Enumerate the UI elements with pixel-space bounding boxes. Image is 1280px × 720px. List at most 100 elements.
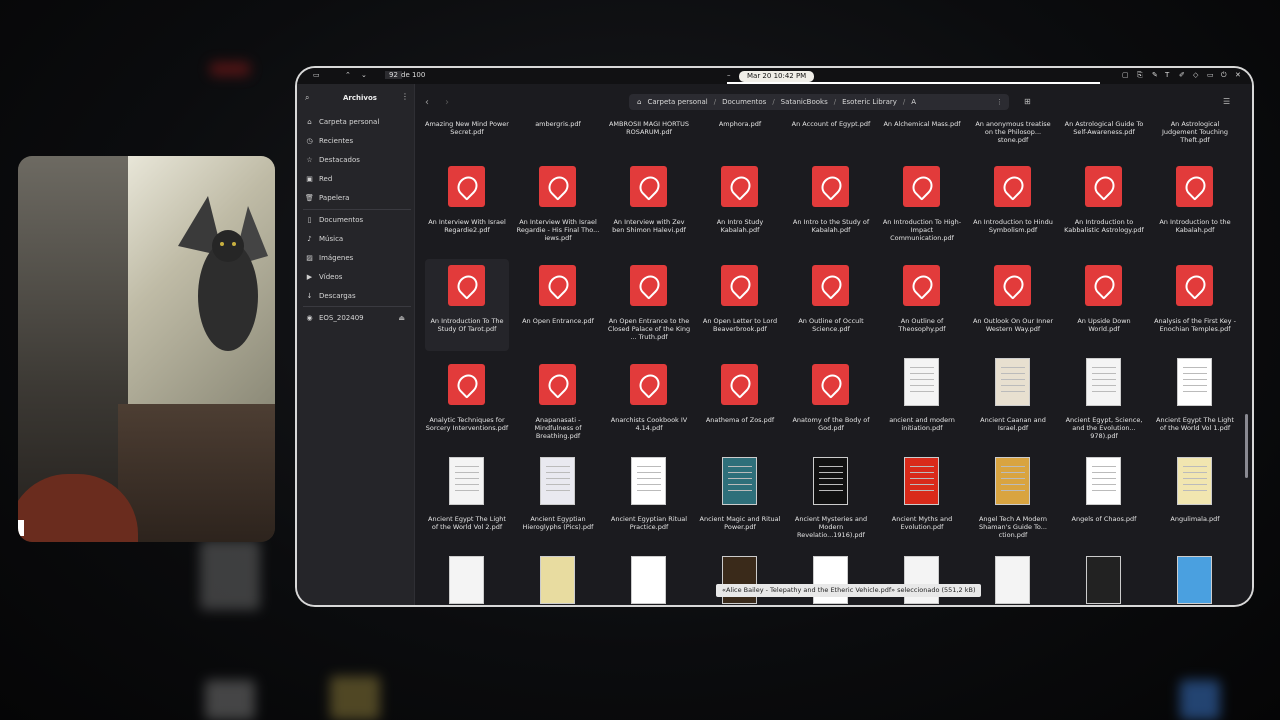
- sidebar-item-recientes[interactable]: ◷ Recientes: [305, 133, 413, 149]
- file-item[interactable]: AMBROSII MAGI HORTUS ROSARUM.pdf: [607, 120, 691, 150]
- forward-button[interactable]: ›: [445, 97, 449, 108]
- file-item[interactable]: Ancient Egyptian Hieroglyphs (Pics).pdf: [516, 457, 600, 549]
- thumbnail-text-line: [910, 379, 934, 380]
- file-item[interactable]: Angulimala.pdf: [1153, 457, 1237, 549]
- file-name: Analytic Techniques for Sorcery Interven…: [425, 416, 509, 432]
- file-name: An Account of Egypt.pdf: [791, 120, 871, 128]
- file-item[interactable]: [516, 556, 600, 604]
- sidebar-item-carpeta-personal[interactable]: ⌂ Carpeta personal: [305, 114, 413, 130]
- minus-icon[interactable]: –: [727, 71, 731, 79]
- scrollbar[interactable]: [1245, 414, 1248, 478]
- file-item[interactable]: An Outlook On Our Inner Western Way.pdf: [971, 259, 1055, 351]
- back-button[interactable]: ‹: [425, 97, 429, 108]
- file-item[interactable]: Analysis of the First Key - Enochian Tem…: [1153, 259, 1237, 351]
- comment-icon[interactable]: ▢: [1122, 71, 1129, 79]
- view-toggle-icon[interactable]: ☰: [1223, 97, 1230, 106]
- more-icon[interactable]: ⋮: [401, 92, 409, 101]
- file-item[interactable]: Ancient Egyptian Ritual Practice.pdf: [607, 457, 691, 549]
- file-item[interactable]: An Interview With Israel Regardie2.pdf: [425, 160, 509, 252]
- sidebar-item-descargas[interactable]: ↓ Descargas: [305, 288, 413, 304]
- file-item[interactable]: An Outline of Occult Science.pdf: [789, 259, 873, 351]
- path-menu-icon[interactable]: ⋮: [996, 98, 1003, 106]
- file-item[interactable]: Analytic Techniques for Sorcery Interven…: [425, 358, 509, 450]
- thumbnail-text-line: [1092, 391, 1116, 392]
- file-item[interactable]: Anatomy of the Body of God.pdf: [789, 358, 873, 450]
- pen-icon[interactable]: ✎: [1152, 71, 1158, 79]
- sidebar-item-destacados[interactable]: ☆ Destacados: [305, 152, 413, 168]
- tag-icon[interactable]: ◇: [1193, 71, 1198, 79]
- sidebar-item-eos-drive[interactable]: ◉ EOS_202409 ⏏: [305, 310, 413, 326]
- eject-icon[interactable]: ⏏: [398, 314, 405, 322]
- file-item[interactable]: Anapanasati - Mindfulness of Breathing.p…: [516, 358, 600, 450]
- file-item[interactable]: Amphora.pdf: [698, 120, 782, 150]
- file-item[interactable]: [1153, 556, 1237, 604]
- file-item[interactable]: An Intro Study Kabalah.pdf: [698, 160, 782, 252]
- sidebar-item-imagenes[interactable]: ▨ Imágenes: [305, 250, 413, 266]
- file-name: An anonymous treatise on the Philosop...…: [975, 120, 1051, 144]
- file-item[interactable]: An Interview With Israel Regardie - His …: [516, 160, 600, 252]
- file-item[interactable]: An Upside Down World.pdf: [1062, 259, 1146, 351]
- file-item[interactable]: An Astrological Guide To Self-Awareness.…: [1062, 120, 1146, 150]
- sidebar-item-musica[interactable]: ♪ Música: [305, 231, 413, 247]
- breadcrumb-item[interactable]: Documentos: [722, 98, 766, 106]
- file-item[interactable]: An Introduction To High-Impact Communica…: [880, 160, 964, 252]
- sidebar-item-red[interactable]: ▣ Red: [305, 171, 413, 187]
- chevron-up-icon[interactable]: ⌃: [345, 71, 351, 79]
- edit-icon[interactable]: ✐: [1179, 71, 1185, 79]
- sidebar-item-label: Música: [319, 235, 344, 243]
- file-item[interactable]: An Introduction to Hindu Symbolism.pdf: [971, 160, 1055, 252]
- file-item[interactable]: Ancient Egypt, Science, and the Evolutio…: [1062, 358, 1146, 450]
- file-item[interactable]: Ancient Caanan and Israel.pdf: [971, 358, 1055, 450]
- power-icon[interactable]: ⏻: [1221, 71, 1227, 80]
- file-item[interactable]: An Alchemical Mass.pdf: [880, 120, 964, 150]
- file-item[interactable]: [1062, 556, 1146, 604]
- file-item[interactable]: An Astrological Judgement Touching Theft…: [1153, 120, 1237, 150]
- file-item[interactable]: ancient and modern initiation.pdf: [880, 358, 964, 450]
- file-item[interactable]: An Open Letter to Lord Beaverbrook.pdf: [698, 259, 782, 351]
- file-item[interactable]: Amazing New Mind Power Secret.pdf: [425, 120, 509, 150]
- close-icon[interactable]: ✕: [1235, 71, 1241, 79]
- file-name: An Intro to the Study of Kabalah.pdf: [792, 218, 870, 234]
- breadcrumb-item[interactable]: A: [911, 98, 916, 106]
- page-number-input[interactable]: 92: [385, 71, 402, 79]
- file-item[interactable]: An Interview with Zev ben Shimon Halevi.…: [607, 160, 691, 252]
- file-item[interactable]: [607, 556, 691, 604]
- breadcrumb-item[interactable]: Carpeta personal: [647, 98, 707, 106]
- file-item[interactable]: Anathema of Zos.pdf: [698, 358, 782, 450]
- file-item[interactable]: An Introduction To The Study Of Tarot.pd…: [425, 259, 509, 351]
- breadcrumb-item[interactable]: SatanicBooks: [781, 98, 828, 106]
- stamp-icon[interactable]: ⎘: [1137, 71, 1143, 80]
- panel-toggle-icon[interactable]: ▭: [313, 71, 320, 79]
- document-icon: ▯: [307, 215, 312, 224]
- file-item[interactable]: Angels of Chaos.pdf: [1062, 457, 1146, 549]
- file-item[interactable]: Ancient Myths and Evolution.pdf: [880, 457, 964, 549]
- file-item[interactable]: Ancient Mysteries and Modern Revelatio..…: [789, 457, 873, 549]
- file-item[interactable]: An Introduction to the Kabalah.pdf: [1153, 160, 1237, 252]
- file-item[interactable]: Ancient Magic and Ritual Power.pdf: [698, 457, 782, 549]
- file-item[interactable]: Anarchists Cookbook IV 4.14.pdf: [607, 358, 691, 450]
- file-item[interactable]: An Account of Egypt.pdf: [789, 120, 873, 150]
- file-item[interactable]: Ancient Egypt The Light of the World Vol…: [1153, 358, 1237, 450]
- file-item[interactable]: ambergris.pdf: [516, 120, 600, 150]
- new-folder-icon[interactable]: ⊞: [1024, 97, 1031, 106]
- file-item[interactable]: An anonymous treatise on the Philosop...…: [971, 120, 1055, 150]
- file-item[interactable]: An Open Entrance to the Closed Palace of…: [607, 259, 691, 351]
- file-item[interactable]: An Introduction to Kabbalistic Astrology…: [1062, 160, 1146, 252]
- file-item[interactable]: An Outline of Theosophy.pdf: [880, 259, 964, 351]
- file-item[interactable]: [971, 556, 1055, 604]
- sidebar-item-papelera[interactable]: 🗑 Papelera: [305, 190, 413, 206]
- sidebar-item-videos[interactable]: ▶ Vídeos: [305, 269, 413, 285]
- file-name: An Introduction To The Study Of Tarot.pd…: [430, 317, 504, 333]
- breadcrumb-item[interactable]: Esoteric Library: [842, 98, 897, 106]
- file-item[interactable]: [425, 556, 509, 604]
- text-icon[interactable]: T: [1165, 71, 1169, 79]
- clock[interactable]: Mar 20 10:42 PM: [739, 71, 815, 82]
- file-item[interactable]: An Intro to the Study of Kabalah.pdf: [789, 160, 873, 252]
- chevron-down-icon[interactable]: ⌄: [361, 71, 367, 79]
- sidebar-item-documentos[interactable]: ▯ Documentos: [305, 212, 413, 228]
- file-item[interactable]: Ancient Egypt The Light of the World Vol…: [425, 457, 509, 549]
- file-item[interactable]: Angel Tech A Modern Shaman's Guide To...…: [971, 457, 1055, 549]
- file-item[interactable]: An Open Entrance.pdf: [516, 259, 600, 351]
- window-icon[interactable]: ▭: [1207, 71, 1214, 79]
- search-icon[interactable]: ⌕: [305, 93, 309, 103]
